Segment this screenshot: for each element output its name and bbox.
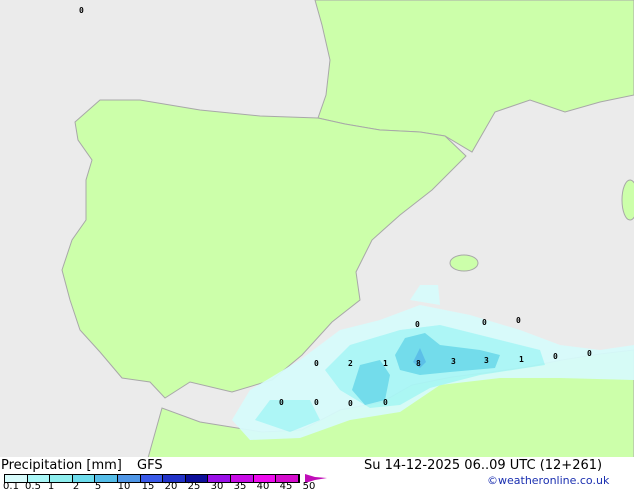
svg-text:0: 0 xyxy=(79,6,84,15)
datetime: Su 14-12-2025 06..09 UTC (12+261) xyxy=(364,458,603,473)
svg-text:1: 1 xyxy=(383,359,388,368)
legend-tick: 5 xyxy=(94,481,102,492)
svg-text:0: 0 xyxy=(383,398,388,407)
svg-text:1: 1 xyxy=(519,355,524,364)
svg-text:0: 0 xyxy=(314,398,319,407)
svg-text:0: 0 xyxy=(279,398,284,407)
svg-text:0: 0 xyxy=(314,359,319,368)
title: Precipitation [mm] xyxy=(1,458,122,473)
legend-tick: 15 xyxy=(141,481,155,492)
legend-tick: 35 xyxy=(233,481,247,492)
svg-text:0: 0 xyxy=(348,399,353,408)
svg-text:0: 0 xyxy=(587,349,592,358)
legend-tick: 30 xyxy=(210,481,224,492)
model-name: GFS xyxy=(137,458,163,473)
legend-tick: 25 xyxy=(187,481,201,492)
svg-text:3: 3 xyxy=(451,357,456,366)
land-mallorca xyxy=(449,254,479,272)
legend-tick: 1 xyxy=(47,481,55,492)
credit-link[interactable]: ©weatheronline.co.uk xyxy=(487,474,609,487)
legend-tick: 40 xyxy=(256,481,270,492)
svg-text:0: 0 xyxy=(415,320,420,329)
svg-text:0: 0 xyxy=(553,352,558,361)
precipitation-map: 0 0 0 0 2 1 8 3 3 1 0 0 0 0 0 0 0 xyxy=(0,0,634,458)
land-sardinia xyxy=(621,179,634,221)
legend-tick: 0.5 xyxy=(25,481,41,492)
svg-text:0: 0 xyxy=(482,318,487,327)
svg-text:0: 0 xyxy=(516,316,521,325)
legend-tick: 0.1 xyxy=(3,481,19,492)
legend-tick: 20 xyxy=(164,481,178,492)
svg-text:3: 3 xyxy=(484,356,489,365)
legend-tick: 10 xyxy=(117,481,131,492)
legend-tick: 2 xyxy=(72,481,80,492)
legend-tick: 45 xyxy=(279,481,293,492)
legend-tick: 50 xyxy=(302,481,316,492)
svg-text:2: 2 xyxy=(348,359,353,368)
svg-text:8: 8 xyxy=(416,359,421,368)
